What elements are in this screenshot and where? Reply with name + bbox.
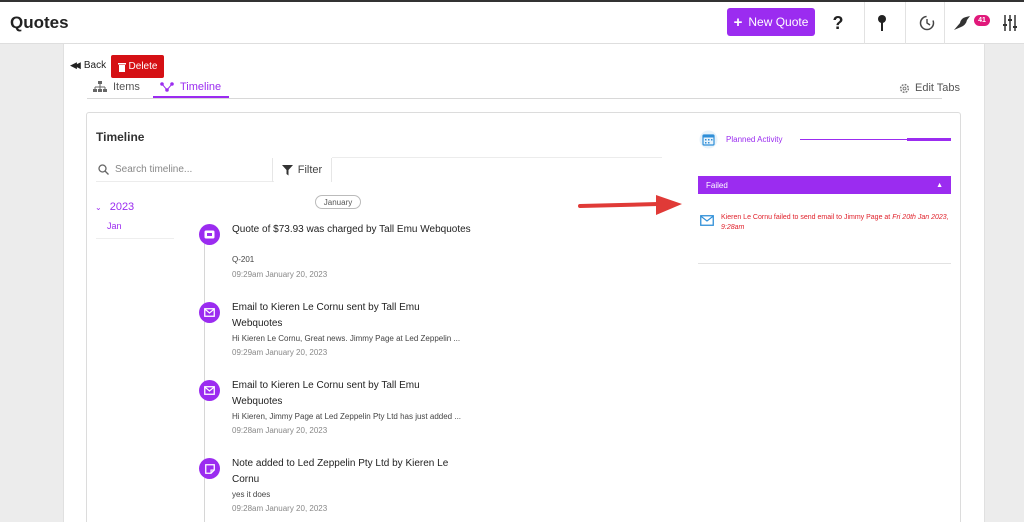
mail-icon: [204, 308, 215, 317]
note-icon: [204, 463, 215, 474]
timeline-entry-icon: [199, 458, 220, 479]
history-icon: [919, 15, 935, 31]
month-divider: [96, 238, 174, 239]
tab-items[interactable]: Items: [93, 81, 140, 93]
planned-activity-label: Planned Activity: [726, 135, 783, 144]
tab-timeline-label: Timeline: [180, 81, 222, 93]
timeline-entry-icon: [199, 302, 220, 323]
search-icon: [98, 164, 109, 175]
search-row-divider: [332, 157, 662, 158]
year-label: 2023: [109, 201, 135, 213]
pin-icon: [878, 15, 886, 31]
filter-label: Filter: [297, 164, 323, 176]
notifications-button[interactable]: [947, 10, 977, 36]
edit-tabs-button[interactable]: Edit Tabs: [899, 82, 960, 94]
chevron-down-icon: ⌄: [95, 202, 102, 212]
notification-badge: 41: [974, 15, 990, 26]
filter-icon: [281, 164, 293, 175]
timeline-entry-icon: [199, 380, 220, 401]
timeline-entry-time: 09:29am January 20, 2023: [232, 348, 328, 357]
mail-icon: [204, 386, 215, 395]
gear-icon: [899, 83, 910, 93]
tab-timeline[interactable]: Timeline: [160, 81, 221, 93]
bird-icon: [954, 16, 970, 30]
failed-message-text: Kieren Le Cornu failed to send email to …: [721, 214, 893, 221]
planned-activity-toggle[interactable]: [699, 130, 718, 154]
back-icon: ◀◀: [70, 60, 81, 70]
failed-section-divider: [698, 263, 951, 264]
back-button[interactable]: ◀◀ Back: [70, 60, 106, 71]
tabs-divider: [87, 98, 942, 99]
timeline-entry-title: Note added to Led Zeppelin Pty Ltd by Ki…: [232, 458, 449, 485]
planned-activity-progress-fill: [907, 138, 951, 141]
header-divider: [944, 2, 945, 44]
failed-message: Kieren Le Cornu failed to send email to …: [721, 213, 953, 233]
timeline-icon: [160, 82, 174, 92]
timeline-entry-title: Quote of $73.93 was charged by Tall Emu …: [232, 224, 471, 235]
annotation-arrow: [578, 195, 682, 215]
settings-button[interactable]: [995, 10, 1024, 36]
timeline-entry-time: 09:28am January 20, 2023: [232, 504, 328, 513]
pin-button[interactable]: [867, 10, 897, 36]
timeline-entry-time: 09:29am January 20, 2023: [232, 270, 328, 279]
calendar-icon: [699, 130, 718, 149]
edit-tabs-label: Edit Tabs: [915, 82, 961, 94]
timeline-entry-icon: [199, 224, 220, 245]
new-quote-button[interactable]: + New Quote: [727, 8, 815, 36]
search-timeline-input[interactable]: Search timeline...: [96, 158, 274, 182]
top-bar: Quotes + New Quote ? 41: [0, 0, 1024, 44]
sliders-icon: [1003, 15, 1017, 31]
failed-section-header[interactable]: Failed ▲: [698, 176, 951, 194]
header-divider: [864, 2, 865, 44]
month-chip: January: [315, 195, 361, 209]
history-button[interactable]: [912, 10, 942, 36]
timeline-entry-title: Email to Kieren Le Cornu sent by Tall Em…: [232, 302, 420, 329]
help-icon: ?: [832, 12, 844, 33]
timeline-title: Timeline: [96, 130, 145, 144]
failed-label: Failed: [706, 180, 728, 190]
timeline-entry-body: Hi Kieren, Jimmy Page at Led Zeppelin Pt…: [232, 412, 462, 421]
timeline-entry-body: Hi Kieren Le Cornu, Great news. Jimmy Pa…: [232, 334, 461, 343]
trash-icon: [117, 62, 126, 72]
month-link-jan[interactable]: Jan: [107, 221, 122, 231]
header-divider: [905, 2, 906, 44]
search-placeholder: Search timeline...: [115, 164, 193, 175]
filter-button[interactable]: Filter: [272, 158, 332, 182]
help-button[interactable]: ?: [823, 10, 853, 36]
plus-icon: +: [733, 13, 743, 31]
new-quote-label: New Quote: [748, 15, 809, 29]
failed-mail-icon-wrap: [700, 213, 714, 231]
year-group-2023[interactable]: ⌄ 2023: [95, 201, 134, 213]
mail-icon: [700, 215, 714, 226]
back-label: Back: [83, 60, 107, 71]
delete-label: Delete: [128, 61, 158, 72]
ticket-icon: [204, 230, 215, 239]
timeline-entry-title: Email to Kieren Le Cornu sent by Tall Em…: [232, 380, 420, 407]
timeline-entry-body: Q-201: [232, 255, 255, 264]
tab-items-label: Items: [113, 81, 140, 93]
collapse-caret-icon: ▲: [936, 181, 943, 189]
timeline-entry-body: yes it does: [232, 490, 271, 499]
timeline-entry-time: 09:28am January 20, 2023: [232, 426, 328, 435]
delete-button[interactable]: Delete: [111, 55, 164, 78]
hierarchy-icon: [93, 81, 107, 92]
page-title: Quotes: [10, 13, 69, 32]
